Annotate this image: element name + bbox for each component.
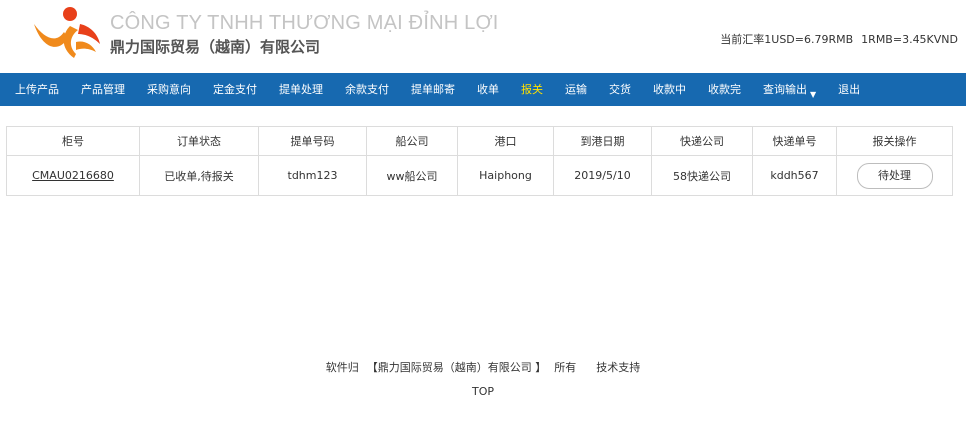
col-header-order-status: 订单状态 xyxy=(139,126,259,156)
footer-owner-prefix: 软件归 xyxy=(325,361,359,374)
col-header-bl-no: 提单号码 xyxy=(258,126,367,156)
nav-item-product-management[interactable]: 产品管理 xyxy=(70,73,136,106)
nav-item-collecting[interactable]: 收款中 xyxy=(642,73,697,106)
nav-item-collected[interactable]: 收款完 xyxy=(697,73,752,106)
company-name: CÔNG TY TNHH THƯƠNG MẠI ĐỈNH LỢI 鼎力国际贸易（… xyxy=(110,12,499,56)
nav-item-bl-processing[interactable]: 提单处理 xyxy=(268,73,334,106)
nav-item-delivery[interactable]: 交货 xyxy=(598,73,642,106)
company-name-cn: 鼎力国际贸易（越南）有限公司 xyxy=(110,38,321,56)
back-to-top-link[interactable]: TOP xyxy=(0,385,966,398)
col-header-courier-no: 快递单号 xyxy=(752,126,837,156)
nav-item-logout[interactable]: 退出 xyxy=(827,73,871,106)
nav-item-purchase-intent[interactable]: 采购意向 xyxy=(136,73,202,106)
footer-owner-suffix: 所有 xyxy=(554,361,577,374)
cell-port: Haiphong xyxy=(457,155,554,196)
cell-order-status: 已收单,待报关 xyxy=(139,155,259,196)
col-header-courier: 快递公司 xyxy=(651,126,753,156)
nav-item-query-export-label: 查询输出 xyxy=(763,82,807,96)
container-no-link[interactable]: CMAU0216680 xyxy=(32,169,114,182)
chevron-down-icon: ▼ xyxy=(810,89,817,99)
main-nav: 上传产品 产品管理 采购意向 定金支付 提单处理 余款支付 提单邮寄 收单 报关… xyxy=(0,73,966,106)
col-header-container-no: 柜号 xyxy=(6,126,140,156)
pending-action-button[interactable]: 待处理 xyxy=(856,162,933,189)
cell-arrival-date: 2019/5/10 xyxy=(553,155,652,196)
cell-shipping-co: ww船公司 xyxy=(366,155,458,196)
footer: 软件归 【鼎力国际贸易（越南）有限公司 】所有 技术支持 xyxy=(0,359,966,375)
footer-owner-name: 【鼎力国际贸易（越南）有限公司 】 xyxy=(366,361,547,374)
table-header-row: 柜号 订单状态 提单号码 船公司 港口 到港日期 快递公司 快递单号 报关操作 xyxy=(6,126,953,156)
header: CÔNG TY TNHH THƯƠNG MẠI ĐỈNH LỢI 鼎力国际贸易（… xyxy=(0,0,966,73)
rate-usd: 1USD=6.79RMB xyxy=(764,33,854,46)
nav-item-query-export[interactable]: 查询输出 ▼ xyxy=(752,73,827,107)
nav-item-deposit-payment[interactable]: 定金支付 xyxy=(202,73,268,106)
table-row: CMAU0216680 已收单,待报关 tdhm123 ww船公司 Haipho… xyxy=(6,155,953,196)
exchange-rate-label: 当前汇率 xyxy=(720,33,765,46)
col-header-arrival-date: 到港日期 xyxy=(553,126,652,156)
nav-item-transport[interactable]: 运输 xyxy=(554,73,598,106)
cell-customs-action: 待处理 xyxy=(836,155,953,196)
cell-container-no: CMAU0216680 xyxy=(6,155,140,196)
cell-bl-no: tdhm123 xyxy=(258,155,367,196)
company-logo-icon xyxy=(34,7,100,58)
customs-table: 柜号 订单状态 提单号码 船公司 港口 到港日期 快递公司 快递单号 报关操作 … xyxy=(6,126,953,196)
col-header-port: 港口 xyxy=(457,126,554,156)
footer-support-link[interactable]: 技术支持 xyxy=(596,361,640,374)
nav-item-balance-payment[interactable]: 余款支付 xyxy=(334,73,400,106)
exchange-rate: 当前汇率1USD=6.79RMB 1RMB=3.45KVND xyxy=(720,31,958,47)
nav-item-receive-docs[interactable]: 收单 xyxy=(466,73,510,106)
rate-rmb: 1RMB=3.45KVND xyxy=(861,33,958,46)
col-header-customs-action: 报关操作 xyxy=(836,126,953,156)
cell-courier: 58快递公司 xyxy=(651,155,753,196)
nav-item-bl-mailing[interactable]: 提单邮寄 xyxy=(400,73,466,106)
cell-courier-no: kddh567 xyxy=(752,155,837,196)
company-name-en: CÔNG TY TNHH THƯƠNG MẠI ĐỈNH LỢI xyxy=(110,12,499,34)
nav-item-customs[interactable]: 报关 xyxy=(510,73,554,106)
col-header-shipping-co: 船公司 xyxy=(366,126,458,156)
nav-item-upload-product[interactable]: 上传产品 xyxy=(4,73,70,106)
